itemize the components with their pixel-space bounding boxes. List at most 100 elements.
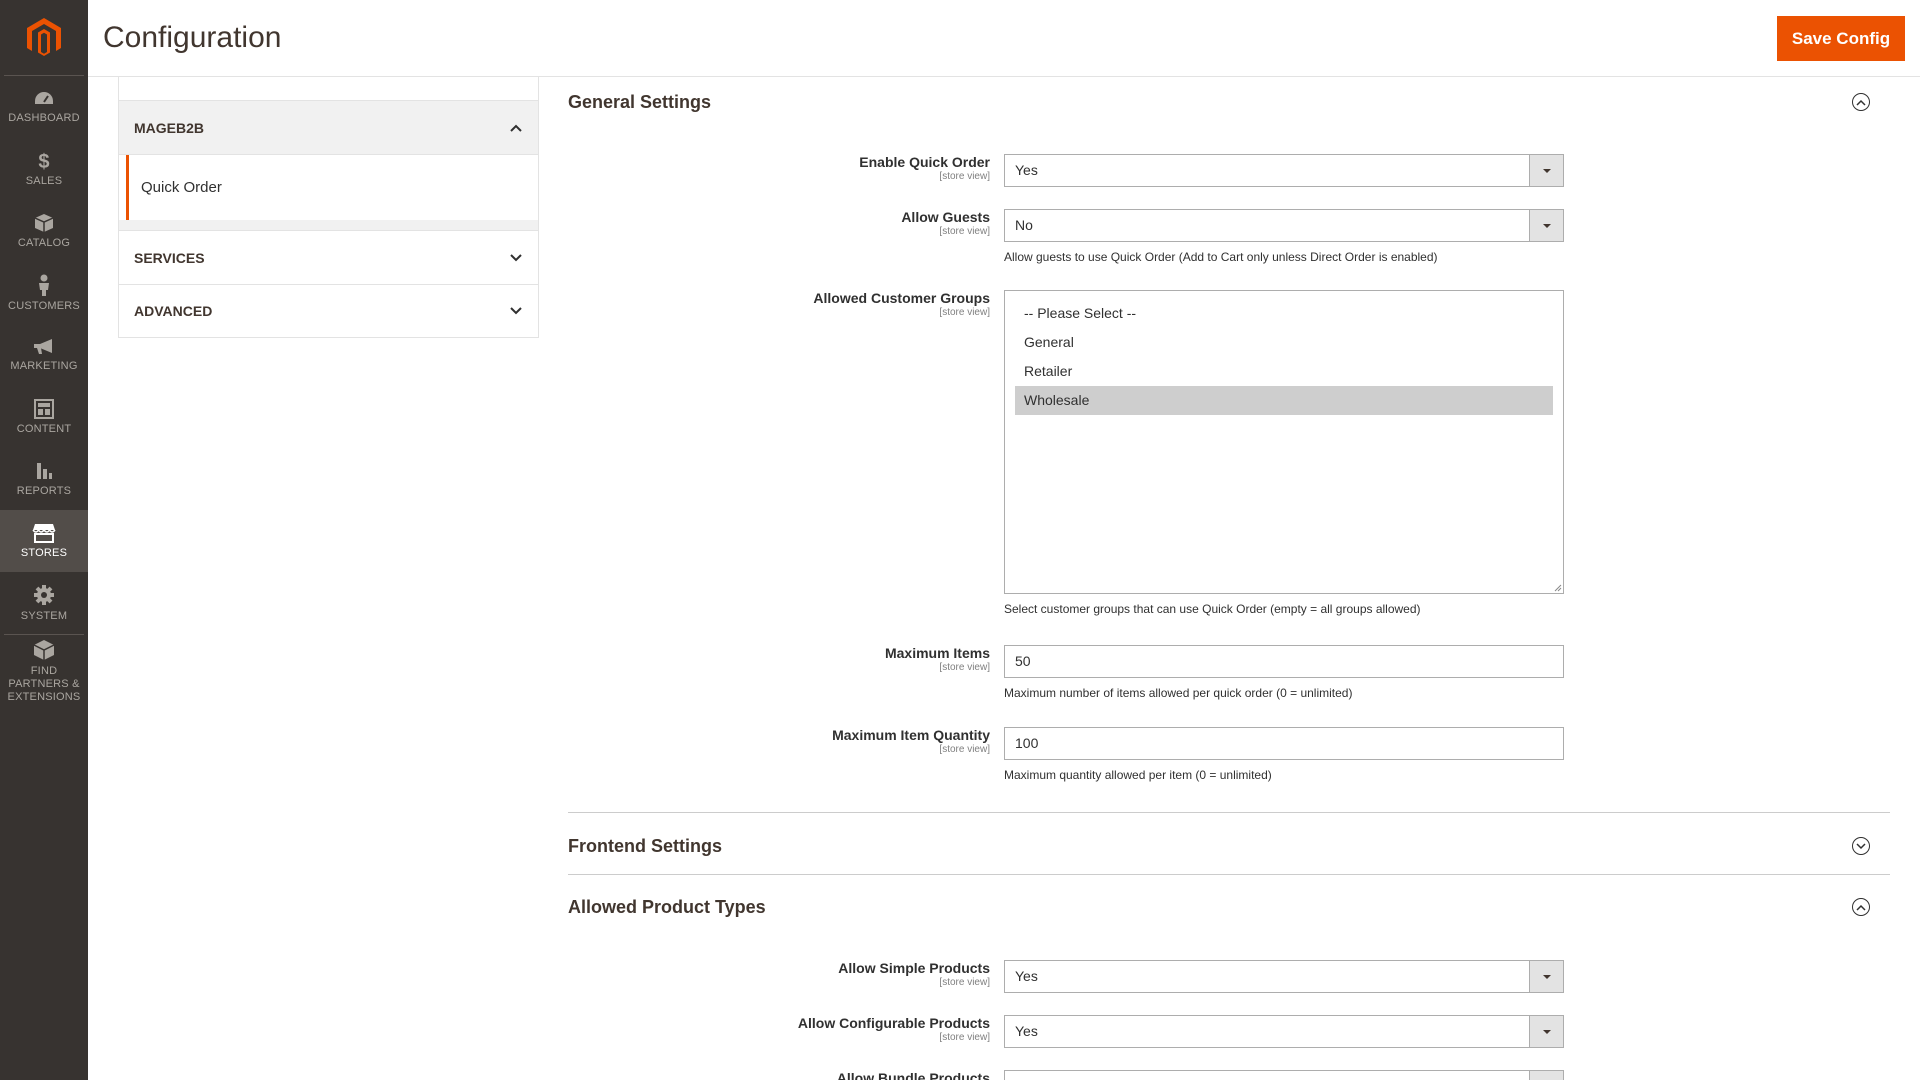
bar-chart-icon	[37, 462, 52, 479]
nav-catalog[interactable]: CATALOG	[0, 200, 88, 262]
field-note: Maximum quantity allowed per item (0 = u…	[1004, 768, 1272, 782]
allow-configurable-control: Yes	[1004, 1015, 1564, 1048]
enable-quick-order-select[interactable]: Yes	[1004, 154, 1564, 187]
chevron-down-icon	[510, 253, 522, 261]
magento-logo-icon	[27, 17, 61, 56]
section-frontend-header[interactable]: Frontend Settings	[568, 821, 1890, 871]
nav-label: CATALOG	[17, 236, 71, 249]
field-scope: [store view]	[939, 307, 990, 318]
tab-item-label: Quick Order	[141, 179, 222, 196]
config-tabs: MAGEB2B Quick Order SERVICES ADVANCED	[118, 77, 539, 338]
nav-content[interactable]: CONTENT	[0, 386, 88, 448]
megaphone-icon	[34, 338, 52, 354]
tab-group-label: MAGEB2B	[134, 119, 205, 136]
tabs-top-spacer	[118, 77, 539, 100]
cube-icon	[33, 639, 55, 660]
multiselect-option-selected[interactable]: Wholesale	[1015, 386, 1553, 415]
dropdown-arrow-icon	[1529, 961, 1563, 992]
field-label-block: Maximum Items [store view]	[568, 645, 990, 673]
field-label: Allow Bundle Products	[836, 1070, 990, 1080]
multiselect-option[interactable]: -- Please Select --	[1015, 299, 1553, 328]
tab-group-mageb2b[interactable]: MAGEB2B	[118, 100, 539, 154]
section-divider	[568, 812, 1890, 813]
allowed-groups-control: -- Please Select -- General Retailer Who…	[1004, 290, 1564, 616]
section-general-header[interactable]: General Settings	[568, 77, 1890, 127]
select-value: Yes	[1015, 162, 1038, 178]
nav-dashboard[interactable]: DASHBOARD	[0, 76, 88, 138]
dropdown-arrow-icon	[1529, 1016, 1563, 1047]
section-divider	[568, 874, 1890, 875]
field-label: Allow Configurable Products	[797, 1015, 990, 1031]
tab-group-advanced[interactable]: ADVANCED	[118, 284, 539, 338]
field-scope: [store view]	[939, 226, 990, 237]
nav-marketing[interactable]: MARKETING	[0, 324, 88, 386]
layout-icon	[34, 398, 54, 419]
nav-label: MARKETING	[10, 359, 78, 372]
page-title: Configuration	[103, 21, 282, 54]
field-label-block: Allowed Customer Groups [store view]	[568, 290, 990, 318]
dropdown-arrow-icon	[1529, 1071, 1563, 1080]
magento-logo[interactable]	[4, 0, 84, 76]
nav-system[interactable]: SYSTEM	[0, 572, 88, 634]
tab-group-services[interactable]: SERVICES	[118, 230, 539, 284]
dropdown-arrow-icon	[1529, 155, 1563, 186]
select-value: Yes	[1015, 968, 1038, 984]
nav-customers[interactable]: CUSTOMERS	[0, 262, 88, 324]
main-content: General Settings Enable Quick Order [sto…	[568, 77, 1890, 1080]
field-scope: [store view]	[939, 1032, 990, 1043]
dollar-icon: $	[38, 151, 49, 171]
nav-label: STORES	[20, 546, 68, 559]
field-note: Maximum number of items allowed per quic…	[1004, 686, 1353, 700]
allowed-customer-groups-multiselect[interactable]: -- Please Select -- General Retailer Who…	[1004, 290, 1564, 594]
field-label: Allow Guests	[901, 209, 990, 225]
max-item-quantity-input[interactable]: 100	[1004, 727, 1564, 760]
page-header: Configuration Save Config	[88, 0, 1920, 77]
gear-icon	[34, 584, 54, 605]
field-scope: [store view]	[939, 977, 990, 988]
field-label-block: Enable Quick Order [store view]	[568, 154, 990, 182]
field-label-block: Allow Simple Products [store view]	[568, 960, 990, 988]
allow-configurable-products-select[interactable]: Yes	[1004, 1015, 1564, 1048]
tab-item-quick-order[interactable]: Quick Order	[126, 155, 538, 220]
allow-bundle-products-select[interactable]	[1004, 1070, 1564, 1080]
allow-guests-select[interactable]: No	[1004, 209, 1564, 242]
nav-label: SYSTEM	[20, 609, 68, 622]
collapse-icon	[1852, 93, 1870, 111]
field-label-block: Allow Guests [store view]	[568, 209, 990, 237]
nav-sales[interactable]: $ SALES	[0, 138, 88, 200]
tab-group-label: ADVANCED	[134, 303, 213, 319]
field-label: Allowed Customer Groups	[813, 290, 990, 306]
allow-simple-products-select[interactable]: Yes	[1004, 960, 1564, 993]
person-icon	[39, 274, 49, 296]
field-label-block: Allow Bundle Products	[568, 1070, 990, 1080]
tab-group-label: SERVICES	[134, 249, 205, 266]
nav-reports[interactable]: REPORTS	[0, 448, 88, 510]
tab-gap	[118, 220, 539, 230]
allow-simple-control: Yes	[1004, 960, 1564, 993]
nav-label: SALES	[25, 174, 63, 187]
section-title: General Settings	[568, 91, 712, 112]
field-scope: [store view]	[939, 662, 990, 673]
multiselect-option[interactable]: General	[1015, 328, 1553, 357]
section-title: Frontend Settings	[568, 835, 722, 856]
multiselect-option[interactable]: Retailer	[1015, 357, 1553, 386]
section-product-types-header[interactable]: Allowed Product Types	[568, 882, 1890, 932]
field-label: Allow Simple Products	[838, 960, 990, 976]
nav-label: CONTENT	[16, 422, 72, 435]
max-items-input[interactable]: 50	[1004, 645, 1564, 678]
nav-stores[interactable]: STORES	[0, 510, 88, 572]
nav-find-partners[interactable]: FIND PARTNERS & EXTENSIONS	[0, 635, 88, 707]
field-label-block: Maximum Item Quantity [store view]	[568, 727, 990, 755]
nav-label: REPORTS	[16, 484, 72, 497]
resize-handle-icon[interactable]	[1554, 584, 1562, 592]
svg-text:$: $	[38, 151, 49, 171]
nav-label: CUSTOMERS	[8, 299, 80, 312]
field-label: Maximum Items	[884, 645, 990, 661]
section-title: Allowed Product Types	[568, 896, 766, 917]
allow-bundle-control	[1004, 1070, 1564, 1080]
save-config-button[interactable]: Save Config	[1777, 16, 1905, 61]
field-scope: [store view]	[939, 744, 990, 755]
max-qty-input-control: 100 Maximum quantity allowed per item (0…	[1004, 727, 1564, 782]
box-icon	[34, 213, 54, 232]
admin-sidebar: DASHBOARD $ SALES CATALOG CUSTOMERS MARK…	[0, 0, 88, 1080]
